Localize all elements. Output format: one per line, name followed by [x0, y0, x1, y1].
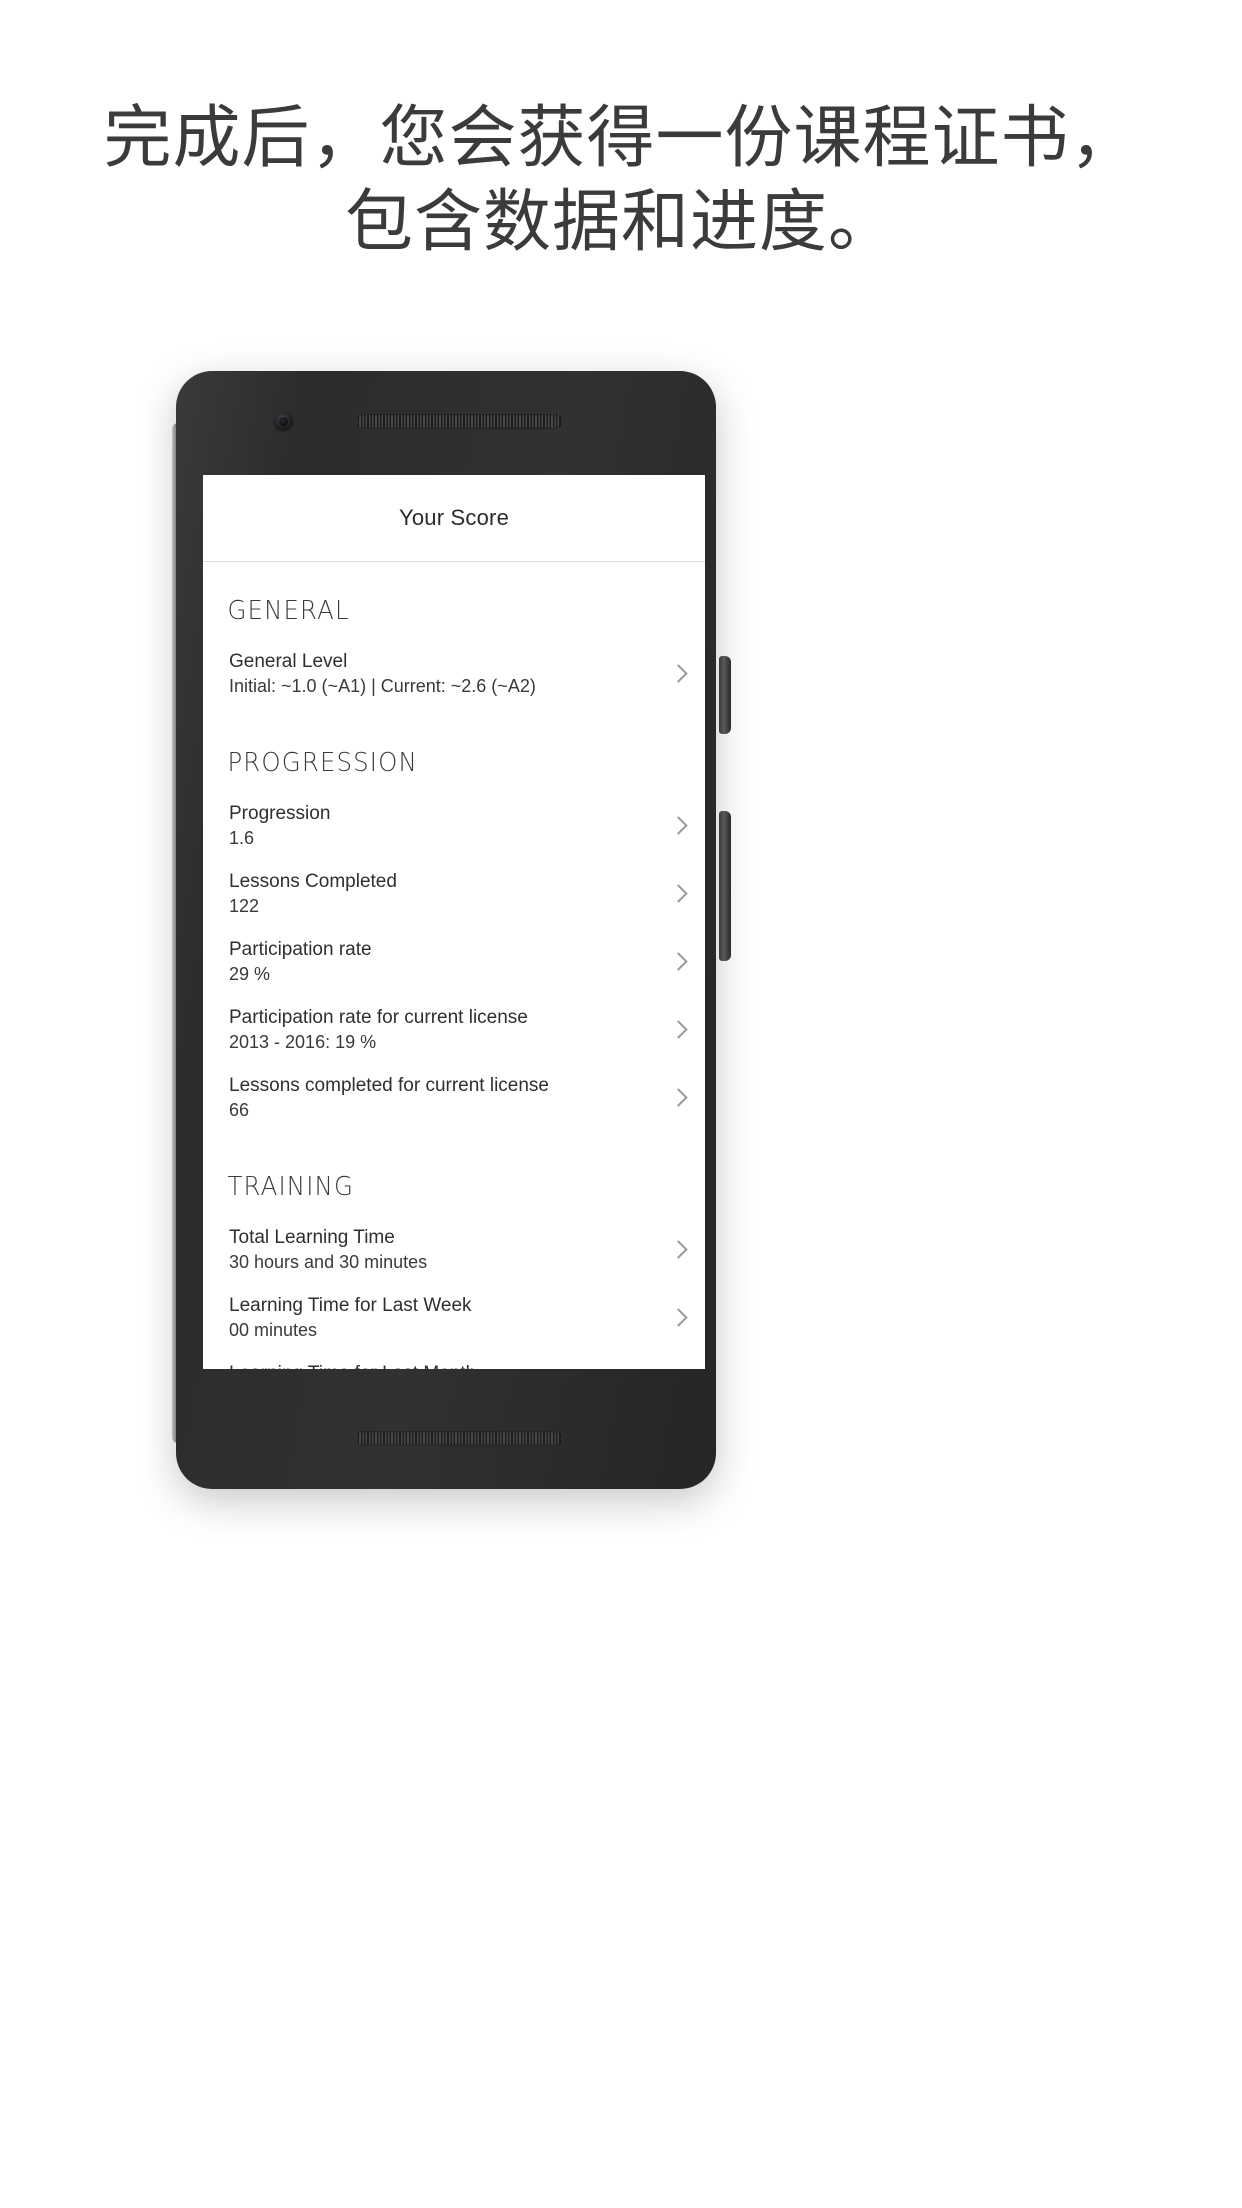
- list-item[interactable]: Learning Time for Last Month 00 minutes: [203, 1352, 705, 1369]
- chevron-right-icon[interactable]: [671, 815, 683, 837]
- list-item[interactable]: Progression 1.6: [203, 792, 705, 860]
- front-camera-icon: [273, 411, 294, 432]
- headline-line-1: 完成后，您会获得一份课程证书，: [103, 100, 1139, 176]
- section-header-general: GENERAL: [227, 596, 350, 626]
- chevron-right-icon[interactable]: [671, 1239, 683, 1261]
- list-item[interactable]: Learning Time for Last Week 00 minutes: [203, 1284, 705, 1352]
- row-title: Learning Time for Last Week: [229, 1295, 472, 1316]
- earpiece-speaker-icon: [356, 414, 562, 429]
- chevron-right-icon[interactable]: [671, 1307, 683, 1329]
- chevron-right-icon[interactable]: [671, 951, 683, 973]
- list-item[interactable]: General Level Initial: ~1.0 (~A1) | Curr…: [203, 640, 705, 708]
- list-item[interactable]: Total Learning Time 30 hours and 30 minu…: [203, 1216, 705, 1284]
- row-value: 29 %: [229, 964, 271, 984]
- chevron-right-icon[interactable]: [671, 883, 683, 905]
- row-value: 1.6: [229, 828, 255, 848]
- page-title: Your Score: [398, 505, 510, 530]
- chevron-right-icon[interactable]: [671, 1087, 683, 1109]
- row-title: Participation rate for current license: [229, 1007, 528, 1028]
- list-item[interactable]: Participation rate 29 %: [203, 928, 705, 996]
- power-button[interactable]: [719, 656, 731, 734]
- row-value: 30 hours and 30 minutes: [229, 1252, 428, 1272]
- phone-body: Your Score GENERAL General Level Initial…: [176, 371, 731, 1489]
- chevron-right-icon[interactable]: [671, 663, 683, 685]
- row-title: Lessons completed for current license: [229, 1075, 549, 1096]
- row-value: 66: [229, 1100, 250, 1120]
- row-title: Lessons Completed: [229, 871, 397, 892]
- volume-button[interactable]: [719, 811, 731, 961]
- section-header-progression: PROGRESSION: [227, 748, 418, 778]
- row-title: Total Learning Time: [229, 1227, 395, 1248]
- score-list[interactable]: GENERAL General Level Initial: ~1.0 (~A1…: [203, 562, 705, 1369]
- app-header: Your Score: [203, 475, 705, 562]
- row-value: 2013 - 2016: 19 %: [229, 1032, 377, 1052]
- bottom-speaker-icon: [356, 1431, 562, 1446]
- list-item[interactable]: Lessons Completed 122: [203, 860, 705, 928]
- section-header-training: TRAINING: [227, 1172, 355, 1202]
- list-item[interactable]: Participation rate for current license 2…: [203, 996, 705, 1064]
- row-title: General Level: [229, 651, 348, 672]
- marketing-headline: 完成后，您会获得一份课程证书， 包含数据和进度。: [0, 96, 1242, 264]
- row-title: Progression: [229, 803, 331, 824]
- row-value: 122: [229, 896, 260, 916]
- row-title: Learning Time for Last Month: [229, 1361, 653, 1369]
- chevron-right-icon[interactable]: [671, 1019, 683, 1041]
- row-title: Participation rate: [229, 939, 372, 960]
- phone-screen: Your Score GENERAL General Level Initial…: [203, 475, 705, 1369]
- row-value: Initial: ~1.0 (~A1) | Current: ~2.6 (~A2…: [229, 676, 536, 696]
- headline-line-2: 包含数据和进度。: [344, 184, 897, 260]
- list-item[interactable]: Lessons completed for current license 66: [203, 1064, 705, 1132]
- phone-mockup: Your Score GENERAL General Level Initial…: [168, 371, 731, 1489]
- row-value: 00 minutes: [229, 1320, 318, 1340]
